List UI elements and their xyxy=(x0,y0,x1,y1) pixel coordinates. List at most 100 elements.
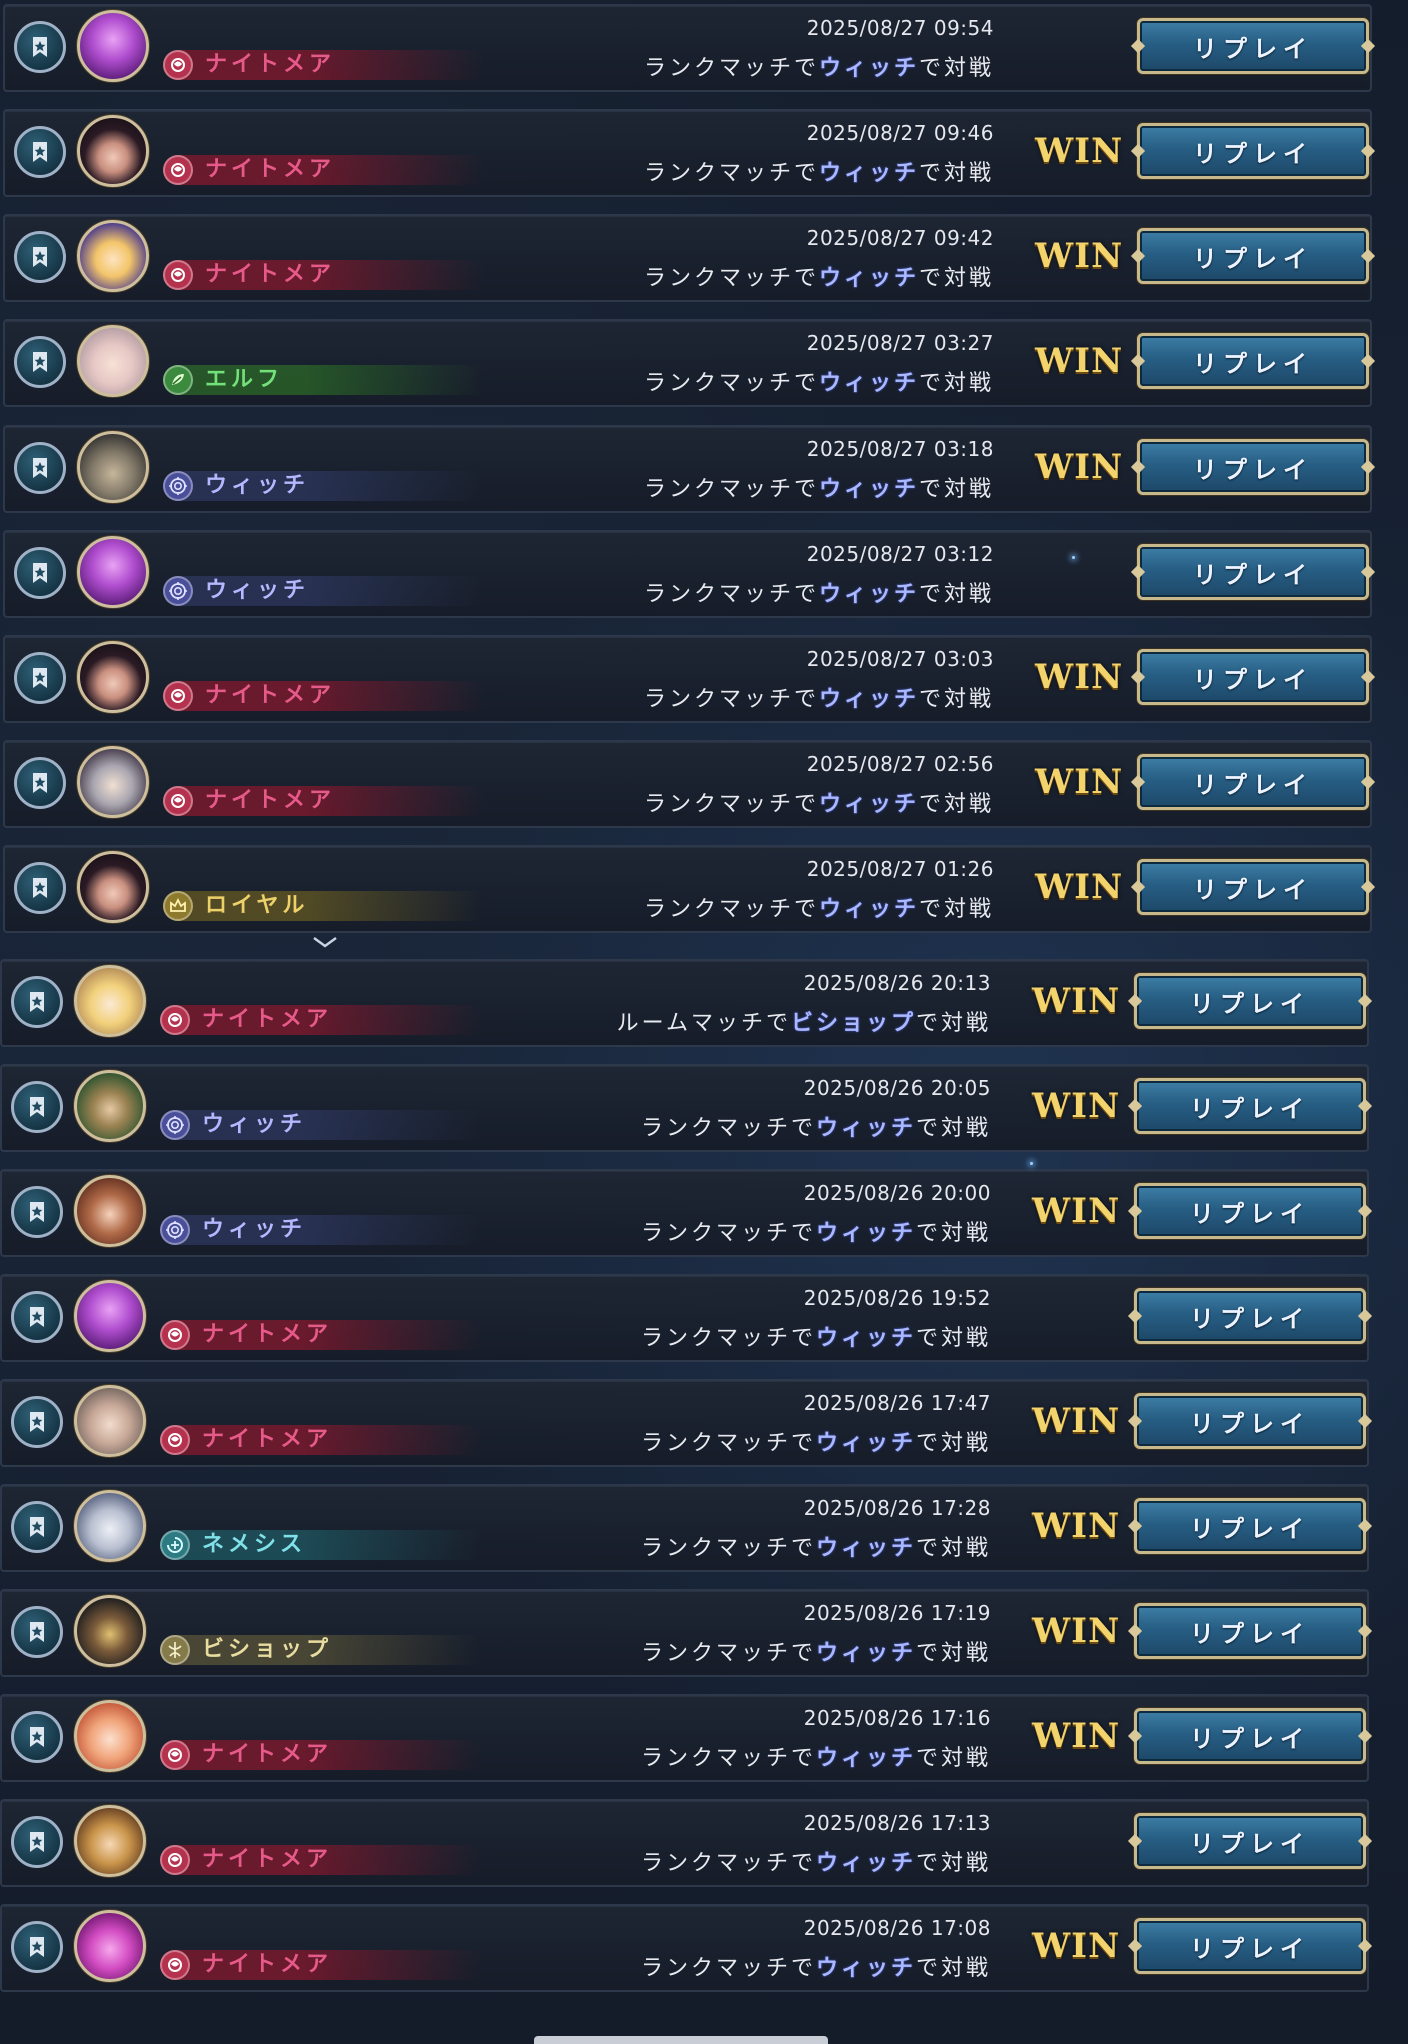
replay-button[interactable]: リプレイ xyxy=(1134,1918,1366,1974)
leader-avatar[interactable] xyxy=(77,220,149,292)
opponent-class: ウィッチ xyxy=(818,792,919,817)
replay-button[interactable]: リプレイ xyxy=(1134,1393,1366,1449)
win-badge: WIN xyxy=(1035,762,1124,802)
opponent-class: ウィッチ xyxy=(815,1746,916,1771)
bookmark-star-icon xyxy=(30,1202,44,1222)
nightmare-class-icon xyxy=(160,1320,190,1350)
leader-avatar[interactable] xyxy=(74,1595,146,1667)
leader-avatar[interactable] xyxy=(77,641,149,713)
home-indicator[interactable] xyxy=(534,2036,828,2044)
class-banner: ナイトメア xyxy=(163,786,483,816)
leader-avatar[interactable] xyxy=(74,1280,146,1352)
class-banner: ナイトメア xyxy=(160,1320,480,1350)
replay-button[interactable]: リプレイ xyxy=(1137,754,1369,810)
class-banner: ナイトメア xyxy=(160,1845,480,1875)
battle-row: ウィッチ 2025/08/26 20:00 ランクマッチでウィッチで対戦 WIN リプレ… xyxy=(0,1169,1369,1257)
replay-button[interactable]: リプレイ xyxy=(1134,1603,1366,1659)
bookmark-button[interactable] xyxy=(11,1921,63,1973)
bookmark-button[interactable] xyxy=(14,126,66,178)
nightmare-class-icon xyxy=(163,50,193,80)
leader-avatar[interactable] xyxy=(77,746,149,818)
replay-button[interactable]: リプレイ xyxy=(1134,1498,1366,1554)
battle-description: ランクマッチでウィッチで対戦 xyxy=(641,1950,991,1982)
class-banner: ナイトメア xyxy=(160,1425,480,1455)
bookmark-button[interactable] xyxy=(14,547,66,599)
bookmark-button[interactable] xyxy=(14,757,66,809)
replay-button[interactable]: リプレイ xyxy=(1137,439,1369,495)
bookmark-button[interactable] xyxy=(11,1816,63,1868)
bookmark-button[interactable] xyxy=(14,21,66,73)
battle-description: ランクマッチでウィッチで対戦 xyxy=(641,1635,991,1667)
bookmark-button[interactable] xyxy=(11,976,63,1028)
leader-avatar[interactable] xyxy=(77,431,149,503)
replay-button[interactable]: リプレイ xyxy=(1137,123,1369,179)
leader-avatar[interactable] xyxy=(74,1910,146,1982)
leader-avatar[interactable] xyxy=(74,1490,146,1562)
bookmark-button[interactable] xyxy=(14,231,66,283)
opponent-class: ウィッチ xyxy=(818,582,919,607)
bookmark-button[interactable] xyxy=(11,1186,63,1238)
opponent-class: ウィッチ xyxy=(815,1221,916,1246)
desc-suffix: で対戦 xyxy=(915,1536,991,1561)
battle-row: ウィッチ 2025/08/26 20:05 ランクマッチでウィッチで対戦 WIN リプレ… xyxy=(0,1064,1369,1152)
class-banner: エルフ xyxy=(163,365,483,395)
replay-button[interactable]: リプレイ xyxy=(1134,973,1366,1029)
leader-avatar[interactable] xyxy=(77,851,149,923)
replay-button[interactable]: リプレイ xyxy=(1137,333,1369,389)
nemesis-class-icon xyxy=(160,1530,190,1560)
replay-button[interactable]: リプレイ xyxy=(1137,649,1369,705)
battle-datetime: 2025/08/26 17:13 xyxy=(803,1811,991,1835)
battle-description: ランクマッチでウィッチで対戦 xyxy=(641,1740,991,1772)
bookmark-button[interactable] xyxy=(11,1291,63,1343)
replay-button[interactable]: リプレイ xyxy=(1137,18,1369,74)
leader-avatar[interactable] xyxy=(77,10,149,82)
bookmark-star-icon xyxy=(30,1307,44,1327)
leader-avatar[interactable] xyxy=(74,1070,146,1142)
replay-button[interactable]: リプレイ xyxy=(1134,1288,1366,1344)
bookmark-button[interactable] xyxy=(11,1501,63,1553)
leader-avatar[interactable] xyxy=(74,1700,146,1772)
bookmark-button[interactable] xyxy=(14,652,66,704)
match-type: ランクマッチで xyxy=(640,1431,816,1456)
bookmark-button[interactable] xyxy=(14,442,66,494)
class-name: ウィッチ xyxy=(205,578,310,603)
leader-avatar[interactable] xyxy=(74,1385,146,1457)
leader-avatar[interactable] xyxy=(77,115,149,187)
bookmark-star-icon xyxy=(30,1622,44,1642)
leader-avatar[interactable] xyxy=(74,1805,146,1877)
replay-button[interactable]: リプレイ xyxy=(1134,1708,1366,1764)
bookmark-button[interactable] xyxy=(14,862,66,914)
leader-avatar[interactable] xyxy=(77,325,149,397)
bookmark-button[interactable] xyxy=(11,1711,63,1763)
bookmark-button[interactable] xyxy=(11,1396,63,1448)
match-type: ランクマッチで xyxy=(643,582,819,607)
desc-suffix: で対戦 xyxy=(915,1326,991,1351)
win-badge: WIN xyxy=(1035,341,1124,381)
bookmark-button[interactable] xyxy=(11,1081,63,1133)
battle-description: ランクマッチでウィッチで対戦 xyxy=(644,260,994,292)
bishop-class-icon xyxy=(160,1635,190,1665)
battle-row: ロイヤル 2025/08/27 01:26 ランクマッチでウィッチで対戦 WIN リプレ… xyxy=(3,845,1372,933)
leader-avatar[interactable] xyxy=(74,965,146,1037)
bookmark-button[interactable] xyxy=(14,336,66,388)
match-type: ランクマッチで xyxy=(640,1221,816,1246)
bookmark-button[interactable] xyxy=(11,1606,63,1658)
win-badge: WIN xyxy=(1032,1086,1121,1126)
leader-avatar[interactable] xyxy=(74,1175,146,1247)
battle-row: ナイトメア 2025/08/27 02:56 ランクマッチでウィッチで対戦 WIN リプ… xyxy=(3,740,1372,828)
opponent-class: ウィッチ xyxy=(815,1326,916,1351)
bookmark-star-icon xyxy=(30,1727,44,1747)
replay-button[interactable]: リプレイ xyxy=(1137,228,1369,284)
replay-button[interactable]: リプレイ xyxy=(1137,544,1369,600)
replay-button[interactable]: リプレイ xyxy=(1134,1078,1366,1134)
win-badge: WIN xyxy=(1032,981,1121,1021)
nightmare-class-icon xyxy=(160,1740,190,1770)
replay-button[interactable]: リプレイ xyxy=(1134,1183,1366,1239)
replay-button[interactable]: リプレイ xyxy=(1134,1813,1366,1869)
bookmark-star-icon xyxy=(33,352,47,372)
leader-avatar[interactable] xyxy=(77,536,149,608)
class-name: ネメシス xyxy=(202,1532,307,1557)
replay-button[interactable]: リプレイ xyxy=(1137,859,1369,915)
chevron-down-icon[interactable] xyxy=(312,936,338,948)
battle-datetime: 2025/08/27 02:56 xyxy=(806,752,994,776)
